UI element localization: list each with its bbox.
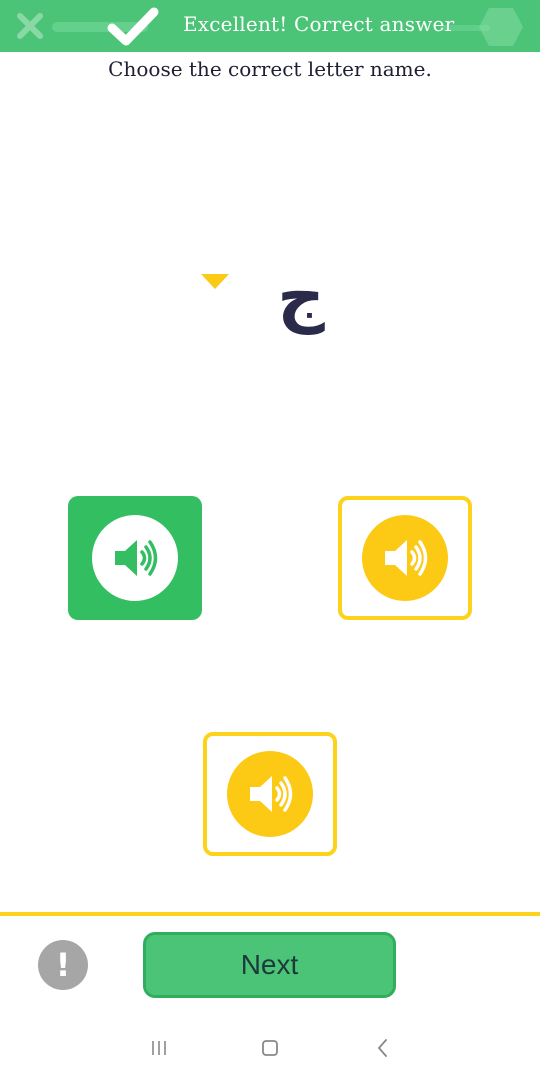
speaker-icon — [227, 751, 313, 837]
home-icon[interactable] — [255, 1036, 285, 1060]
next-button[interactable]: Next — [143, 932, 396, 998]
answer-option-3[interactable] — [203, 732, 337, 856]
report-button[interactable]: ! — [38, 940, 88, 990]
feedback-message: Excellent! Correct answer — [183, 12, 455, 36]
close-icon — [17, 13, 43, 39]
hexagon-icon — [479, 8, 523, 46]
question-prompt: Choose the correct letter name. — [108, 57, 432, 81]
speaker-icon — [92, 515, 178, 601]
speaker-icon — [362, 515, 448, 601]
check-icon — [107, 7, 159, 46]
pointer-triangle-icon — [201, 274, 229, 289]
answer-option-1[interactable] — [68, 496, 202, 620]
system-navbar — [0, 1024, 540, 1080]
feedback-banner: Excellent! Correct answer — [0, 0, 540, 52]
back-icon[interactable] — [368, 1036, 398, 1060]
footer-divider — [0, 912, 540, 916]
answer-option-2[interactable] — [338, 496, 472, 620]
arabic-letter: ج — [277, 258, 325, 335]
menu-icon[interactable] — [144, 1036, 174, 1060]
